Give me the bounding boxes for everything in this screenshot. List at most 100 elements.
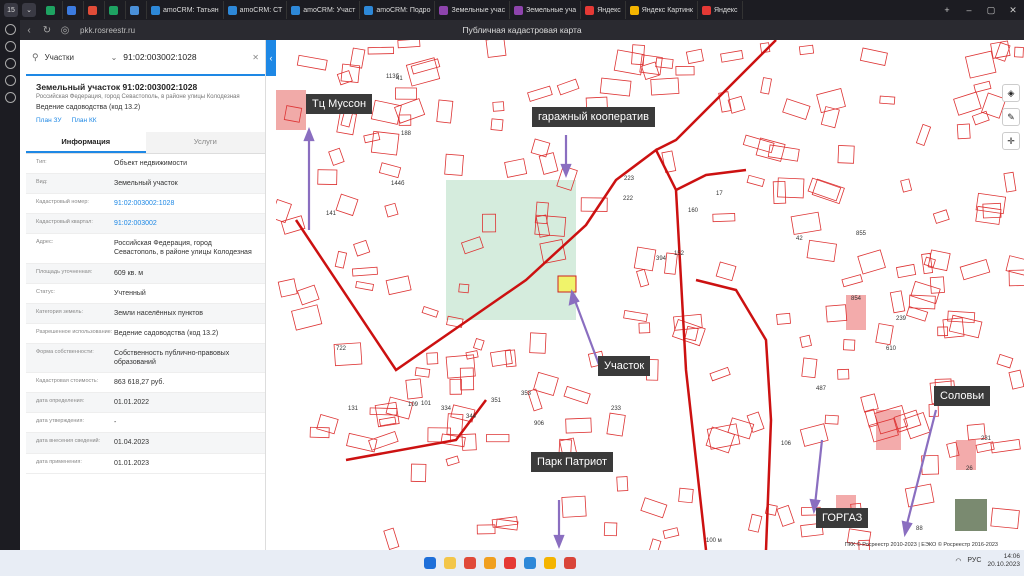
yandex-browser-icon[interactable] [504,557,516,569]
explorer-icon[interactable] [444,557,456,569]
info-row: дата внесения сведений: 01.04.2023 [26,433,265,454]
url-field[interactable]: pkk.rosreestr.ru [80,26,135,35]
info-value: Собственность публично-правовых образова… [114,349,230,367]
clear-icon[interactable]: ✕ [252,53,259,62]
info-row: Категория земель: Земли населённых пункто… [26,303,265,324]
language-indicator[interactable]: РУС [967,557,981,564]
browser-tab[interactable]: Яндекс [581,1,626,19]
close-window-button[interactable]: ✕ [1002,5,1024,16]
object-address: Российская Федерация, город Севастополь,… [36,94,240,100]
info-value: Ведение садоводства (код 13.2) [114,329,219,337]
info-row: Вид: Земельный участок [26,174,265,195]
app-icon[interactable] [564,557,576,569]
tab-favicon-icon [629,5,639,15]
info-value: 01.04.2023 [114,439,150,447]
page-title: Публичная кадастровая карта [462,25,582,35]
reload-icon[interactable]: ↻ [38,25,56,36]
tab-label: amoCRM: Участ [303,6,356,14]
back-icon[interactable]: ‹ [20,25,38,36]
browser-tab[interactable]: amoCRM: Подро [360,1,436,19]
collapse-panel-button[interactable]: ‹ [266,40,276,76]
info-label: Кадастровая стоимость: [36,378,99,385]
object-title: Земельный участок 91:02:003002:1028 [36,82,198,92]
parcel-number-label: 334 [441,406,452,412]
tab-favicon-icon [151,5,160,15]
wifi-icon[interactable]: ◠ [955,557,961,565]
tab-information[interactable]: Информация [26,132,146,153]
parcel-number-label: 351 [491,398,502,404]
label-gorgaz: ГОРГАЗ [816,508,869,528]
browser-tab[interactable]: amoCRM: СТ [224,1,288,19]
info-value: Земельный участок [114,180,178,188]
media-icon[interactable] [4,58,16,69]
satellite-layer-thumbnail[interactable] [954,498,988,532]
layers-icon[interactable]: ◈ [1002,84,1020,102]
parcel-number-label: 344 [466,414,477,420]
parcel-number-label: 487 [816,386,827,392]
address-bar: ‹ ↻ ◎ pkk.rosreestr.ru Публичная кадастр… [20,20,1024,40]
info-row: дата применения: 01.01.2023 [26,454,265,474]
browser-tab[interactable] [126,1,147,19]
locate-icon[interactable]: ✛ [1002,132,1020,150]
cadastral-map[interactable]: 41 113б 188 141 144б 722 131 906 233 17 160 42 855 85… [276,40,1024,550]
tab-label: amoCRM: Татьян [163,6,219,14]
protect-icon[interactable]: ◎ [56,25,74,36]
chrome-icon[interactable] [464,557,476,569]
yandex-icon[interactable] [484,557,496,569]
parcel-number-label: 17 [716,191,723,197]
browser-tab[interactable]: amoCRM: Участ [287,1,361,19]
chevron-down-icon[interactable]: ⌄ [111,53,118,62]
yandex-music-icon[interactable] [544,557,556,569]
selected-plot[interactable] [557,275,577,293]
info-label: Адрес: [36,239,54,246]
map-toolbar: ◈ ✎ ✛ [1002,84,1020,150]
maximize-button[interactable]: ▢ [980,5,1002,16]
info-row: Кадастровый номер: 91:02:003002:1028 [26,194,265,215]
parcel-number-label: 231 [981,436,992,442]
browser-tab[interactable]: Яндекс Картинк [626,1,698,19]
browser-tab[interactable] [42,1,63,19]
new-tab-button[interactable]: + [936,5,958,15]
browser-tab[interactable] [105,1,126,19]
parcel-number-label: 610 [886,346,897,352]
info-value: Российская Федерация, город Севастополь,… [114,240,252,257]
info-value: - [114,419,117,427]
parcel-number-label: 144б [391,181,405,187]
search-type-select[interactable]: Участки [45,53,105,62]
start-icon[interactable] [424,557,436,569]
tab-favicon-icon [109,5,118,15]
parcel-number-label: 42 [796,236,803,242]
tab-favicon-icon [291,5,301,15]
apps-icon[interactable] [4,92,16,103]
browser-tab[interactable] [63,1,84,19]
parcel-number-label: 394 [656,256,667,262]
telegram-icon[interactable] [524,557,536,569]
plan-zu-link[interactable]: План ЗУ [36,117,61,124]
info-label: Кадастровый номер: [36,199,89,206]
info-row: Тип: Объект недвижимости [26,154,265,175]
tab-services[interactable]: Услуги [145,132,265,153]
browser-tab[interactable]: Яндекс [698,1,743,19]
plan-kk-link[interactable]: План КК [71,117,96,124]
downloads-icon[interactable] [4,41,16,52]
tab-count-button[interactable]: 15 [4,3,18,17]
info-table: Тип: Объект недвижимости Вид: Земельный уча… [26,154,265,474]
info-row: Адрес: Российская Федерация, город Севаст… [26,234,265,264]
info-row: Статус: Учтенный [26,284,265,304]
search-input[interactable]: 91:02:003002:1028 [123,52,246,62]
browser-tab[interactable] [84,1,105,19]
calendar-icon[interactable] [4,75,16,86]
history-icon[interactable] [4,24,16,35]
clock[interactable]: 14:06 20.10.2023 [987,553,1020,569]
browser-tab[interactable]: Земельные уча [510,1,582,19]
tabs-menu-chevron-icon[interactable]: ⌄ [22,3,36,17]
browser-tab[interactable]: Земельные учас [435,1,511,19]
label-plot: Участок [598,356,651,376]
info-value[interactable]: 91:02:003002:1028 [114,199,174,208]
parcel-number-label: 113б [386,74,400,80]
ruler-icon[interactable]: ✎ [1002,108,1020,126]
browser-tab[interactable]: amoCRM: Татьян [147,1,224,19]
info-value[interactable]: 91:02:003002 [114,219,157,228]
minimize-button[interactable]: – [958,5,980,15]
tab-favicon-icon [585,5,595,15]
